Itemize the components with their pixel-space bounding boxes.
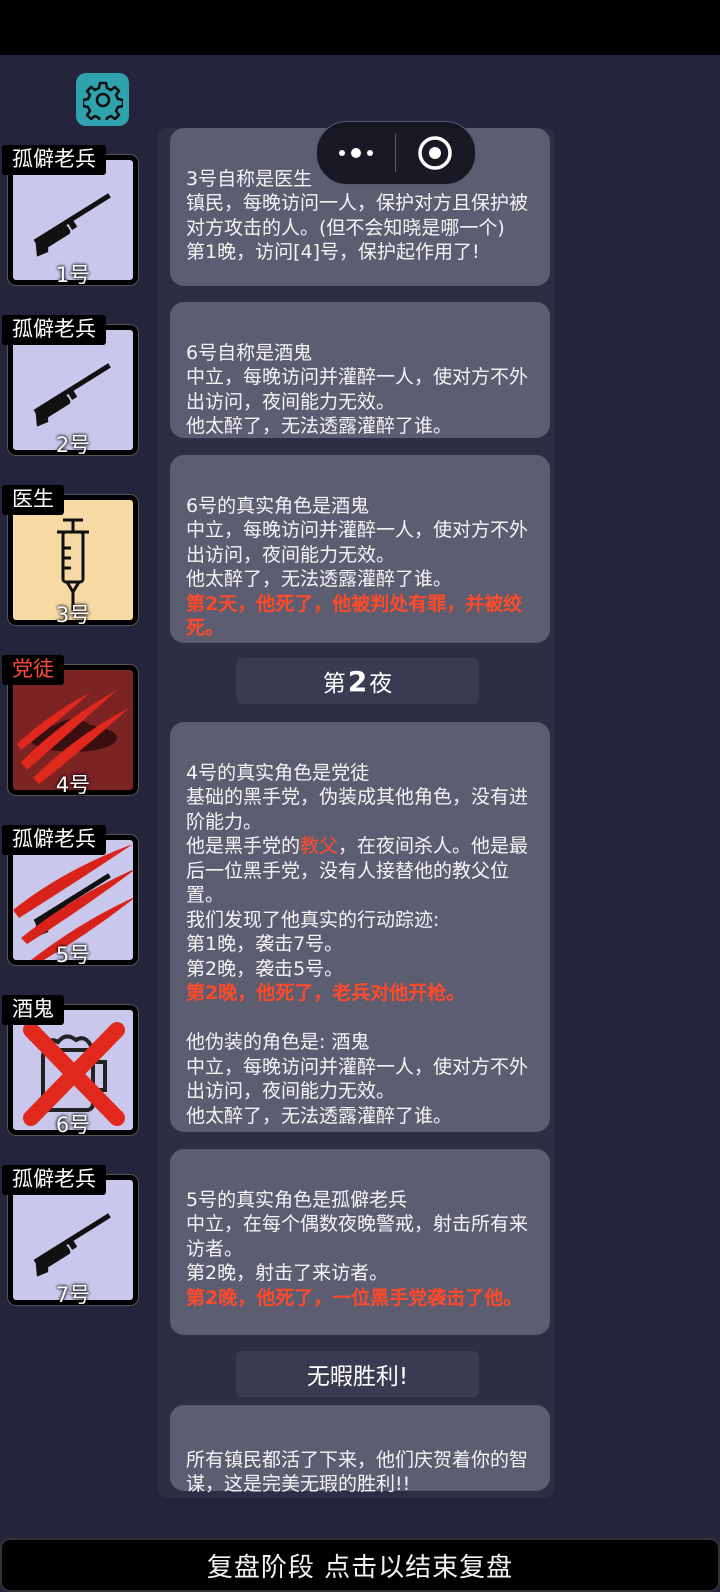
player-role-label: 医生 [2, 485, 64, 515]
player-card-2[interactable]: 孤僻老兵 2号 [2, 315, 146, 465]
end-replay-label: 复盘阶段 点击以结束复盘 [206, 1552, 514, 1583]
log-message: 6号自称是酒鬼 中立，每晚访问并灌醉一人，使对方不外出访问，夜间能力无效。 他太… [170, 302, 550, 438]
player-card-5[interactable]: 孤僻老兵 5号 [2, 825, 146, 975]
message-text: 5号的真实角色是孤僻老兵 中立，在每个偶数夜晚警戒，射击所有来访者。 第2晚，射… [186, 1188, 529, 1285]
player-number: 4号 [55, 773, 91, 797]
night-title: 第2夜 [236, 658, 479, 704]
target-circle-icon[interactable] [396, 122, 474, 184]
log-message: 5号的真实角色是孤僻老兵 中立，在每个偶数夜晚警戒，射击所有来访者。 第2晚，射… [170, 1149, 550, 1335]
message-text: 6号的真实角色是酒鬼 中立，每晚访问并灌醉一人，使对方不外出访问，夜间能力无效。… [186, 494, 529, 591]
log-message: 4号的真实角色是党徒 基础的黑手党，伪装成其他角色，没有进阶能力。 他是黑手党的… [170, 722, 550, 1132]
player-role-label: 孤僻老兵 [2, 315, 106, 345]
player-number: 7号 [55, 1283, 91, 1307]
night-suffix: 夜 [369, 671, 393, 697]
highlight-text: 教父 [300, 835, 339, 857]
player-card-3[interactable]: 医生 3号 [2, 485, 146, 635]
night-number: 2 [347, 664, 368, 698]
settings-button[interactable] [76, 73, 129, 126]
player-role-label: 孤僻老兵 [2, 145, 106, 175]
death-text: 第2晚，他死了，老兵对他开枪。 [186, 982, 466, 1004]
gear-icon [82, 81, 123, 120]
player-role-label: 党徒 [2, 655, 64, 685]
player-number: 1号 [55, 263, 91, 287]
player-number: 3号 [55, 603, 91, 627]
player-role-label: 孤僻老兵 [2, 825, 106, 855]
status-bar [0, 0, 720, 55]
night-prefix: 第 [322, 671, 346, 697]
end-replay-button[interactable]: 复盘阶段 点击以结束复盘 [0, 1538, 720, 1592]
player-number: 6号 [55, 1113, 91, 1137]
message-text: 他伪装的角色是: 酒鬼 中立，每晚访问并灌醉一人，使对方不外出访问，夜间能力无效… [186, 1031, 529, 1127]
player-card-4[interactable]: 党徒 4号 [2, 655, 146, 805]
message-text: 6号自称是酒鬼 中立，每晚访问并灌醉一人，使对方不外出访问，夜间能力无效。 他太… [186, 341, 529, 438]
miniprogram-capsule [316, 121, 476, 185]
player-number: 5号 [55, 943, 91, 967]
death-text: 第2晚，他死了，一位黑手党袭击了他。 [186, 1286, 523, 1309]
message-text: 所有镇民都活了下来，他们庆贺着你的智谋，这是完美无瑕的胜利!! [186, 1448, 529, 1496]
player-number: 2号 [55, 433, 91, 457]
player-role-label: 酒鬼 [2, 995, 64, 1025]
more-dots-icon[interactable] [317, 122, 395, 184]
log-message: 6号的真实角色是酒鬼 中立，每晚访问并灌醉一人，使对方不外出访问，夜间能力无效。… [170, 455, 550, 643]
victory-title: 无暇胜利! [236, 1351, 479, 1397]
player-card-6[interactable]: 酒鬼 6号 [2, 995, 146, 1145]
player-card-1[interactable]: 孤僻老兵 1号 [2, 145, 146, 295]
death-text: 第2天，他死了，他被判处有罪，并被绞死。 [186, 592, 523, 640]
victory-title-text: 无暇胜利! [306, 1364, 409, 1390]
player-role-label: 孤僻老兵 [2, 1165, 106, 1195]
log-message: 所有镇民都活了下来，他们庆贺着你的智谋，这是完美无瑕的胜利!! [170, 1405, 550, 1495]
player-card-7[interactable]: 孤僻老兵 7号 [2, 1165, 146, 1315]
